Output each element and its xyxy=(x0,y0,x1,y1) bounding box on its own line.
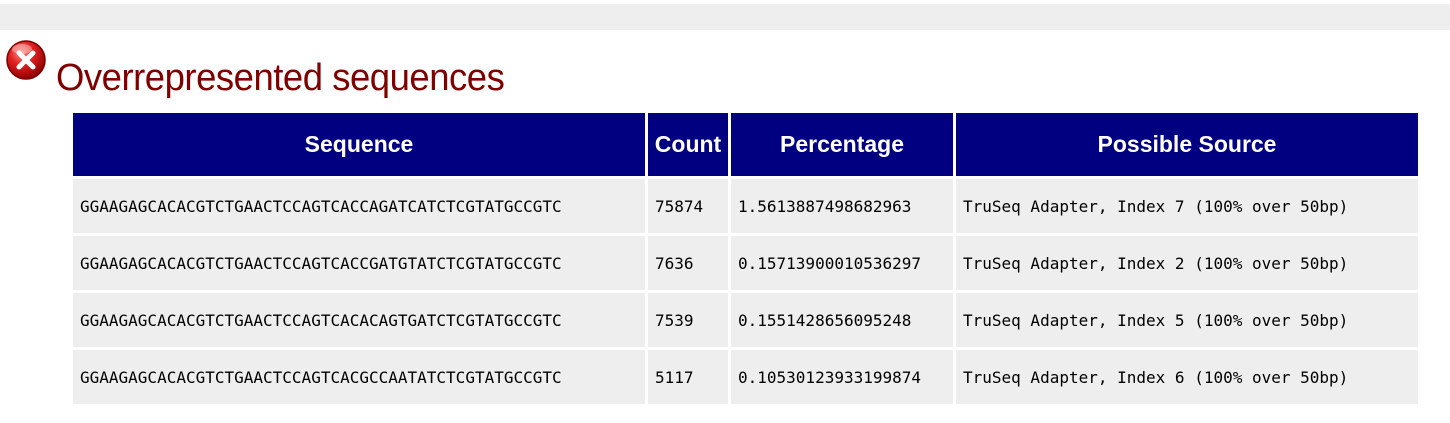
percentage-cell: 0.1551428656095248 xyxy=(731,293,953,347)
count-cell: 75874 xyxy=(648,179,728,233)
overrepresented-sequences-table: Sequence Count Percentage Possible Sourc… xyxy=(70,110,1421,407)
possible-source-cell: TruSeq Adapter, Index 5 (100% over 50bp) xyxy=(956,293,1418,347)
possible-source-cell: TruSeq Adapter, Index 7 (100% over 50bp) xyxy=(956,179,1418,233)
sequence-cell: GGAAGAGCACACGTCTGAACTCCAGTCACGCCAATATCTC… xyxy=(73,350,645,404)
table-header-row: Sequence Count Percentage Possible Sourc… xyxy=(73,113,1418,176)
fail-icon xyxy=(5,39,47,81)
table-row: GGAAGAGCACACGTCTGAACTCCAGTCACCAGATCATCTC… xyxy=(73,179,1418,233)
sequence-cell: GGAAGAGCACACGTCTGAACTCCAGTCACCAGATCATCTC… xyxy=(73,179,645,233)
percentage-cell: 0.10530123933199874 xyxy=(731,350,953,404)
count-cell: 7539 xyxy=(648,293,728,347)
column-header-count: Count xyxy=(648,113,728,176)
column-header-sequence: Sequence xyxy=(73,113,645,176)
sequence-cell: GGAAGAGCACACGTCTGAACTCCAGTCACCGATGTATCTC… xyxy=(73,236,645,290)
table-row: GGAAGAGCACACGTCTGAACTCCAGTCACGCCAATATCTC… xyxy=(73,350,1418,404)
count-cell: 5117 xyxy=(648,350,728,404)
possible-source-cell: TruSeq Adapter, Index 2 (100% over 50bp) xyxy=(956,236,1418,290)
section-title: Overrepresented sequences xyxy=(56,57,505,99)
top-bar xyxy=(0,4,1450,30)
sequence-cell: GGAAGAGCACACGTCTGAACTCCAGTCACACAGTGATCTC… xyxy=(73,293,645,347)
percentage-cell: 1.5613887498682963 xyxy=(731,179,953,233)
table-row: GGAAGAGCACACGTCTGAACTCCAGTCACCGATGTATCTC… xyxy=(73,236,1418,290)
percentage-cell: 0.15713900010536297 xyxy=(731,236,953,290)
count-cell: 7636 xyxy=(648,236,728,290)
table-row: GGAAGAGCACACGTCTGAACTCCAGTCACACAGTGATCTC… xyxy=(73,293,1418,347)
column-header-possible-source: Possible Source xyxy=(956,113,1418,176)
column-header-percentage: Percentage xyxy=(731,113,953,176)
possible-source-cell: TruSeq Adapter, Index 6 (100% over 50bp) xyxy=(956,350,1418,404)
